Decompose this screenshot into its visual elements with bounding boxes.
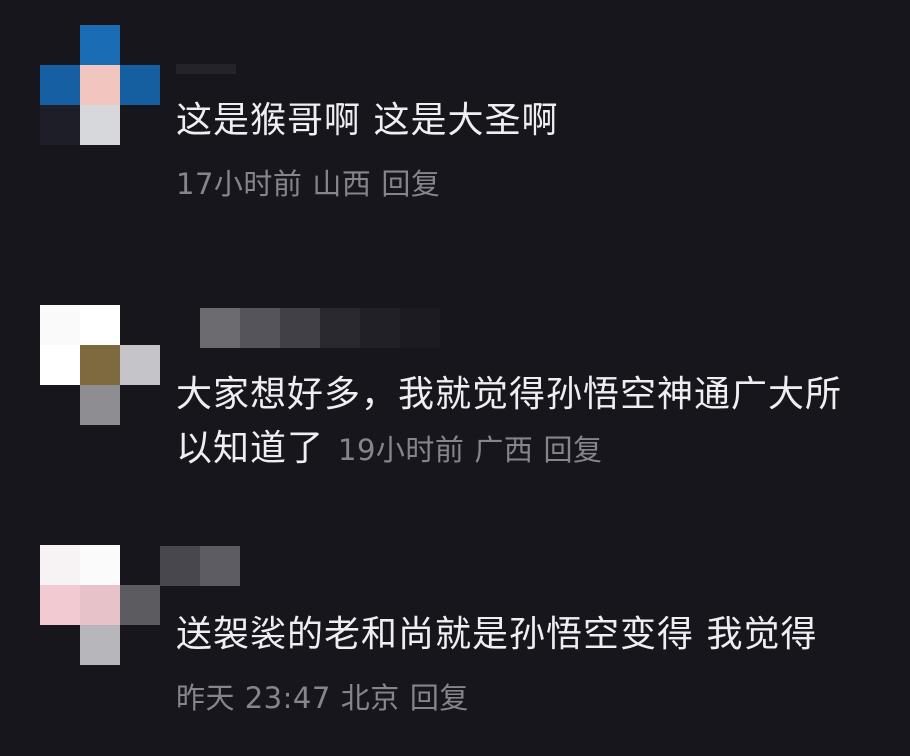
- reply-button[interactable]: 回复: [410, 681, 469, 715]
- comment-meta: 19小时前 广西 回复: [338, 433, 612, 467]
- comment-time: 17小时前: [176, 167, 303, 201]
- username-mosaic[interactable]: [200, 308, 440, 348]
- reply-button[interactable]: 回复: [543, 433, 602, 467]
- avatar[interactable]: [40, 545, 160, 665]
- avatar[interactable]: [40, 305, 160, 425]
- username-mosaic[interactable]: [160, 546, 240, 586]
- avatar[interactable]: [40, 25, 160, 145]
- comment-meta: 昨天 23:47 北京 回复: [176, 676, 479, 720]
- comment-time: 19小时前: [338, 433, 465, 467]
- comment-location: 广西: [474, 433, 534, 467]
- comment-text: 大家想好多，我就觉得孙悟空神通广大所以知道了 19小时前 广西 回复: [176, 368, 870, 477]
- reply-button[interactable]: 回复: [381, 167, 440, 201]
- comment-meta: 17小时前 山西 回复: [176, 162, 450, 206]
- comment-location: 北京: [340, 681, 400, 715]
- comment-time: 昨天 23:47: [176, 681, 331, 715]
- comment-text: 送袈裟的老和尚就是孙悟空变得 我觉得: [176, 614, 818, 655]
- comment-location: 山西: [312, 167, 372, 201]
- comment-text: 这是猴哥啊 这是大圣啊: [176, 100, 559, 141]
- username-mosaic[interactable]: [176, 64, 236, 74]
